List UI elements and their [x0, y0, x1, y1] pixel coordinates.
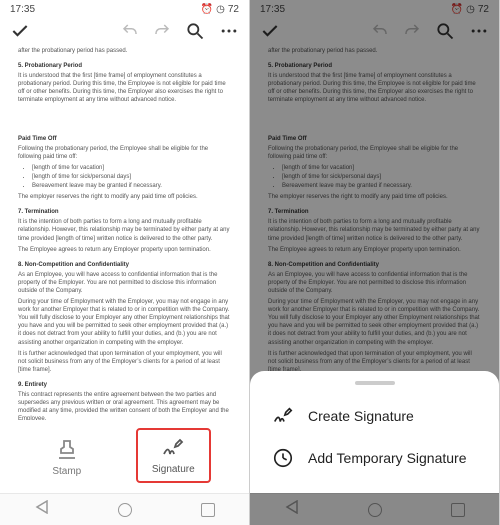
- section-7-p2: The Employee agrees to return any Employ…: [18, 246, 231, 254]
- section-7-p1: It is the intention of both parties to f…: [18, 218, 231, 242]
- pto-lead: Following the probationary period, the E…: [18, 145, 231, 161]
- create-signature-item[interactable]: Create Signature: [250, 395, 499, 437]
- bottom-tools: Stamp Signature: [0, 420, 249, 493]
- list-item: Bereavement leave may be granted if nece…: [32, 182, 231, 190]
- clock-icon: ◷: [216, 4, 225, 15]
- nav-back[interactable]: [35, 500, 49, 519]
- signature-tool[interactable]: Signature: [136, 428, 211, 483]
- screen-left: 17:35 ⏰ ◷ 72 after the probationary peri…: [0, 0, 250, 525]
- done-icon[interactable]: [10, 21, 30, 41]
- create-signature-label: Create Signature: [308, 408, 414, 424]
- search-icon[interactable]: [185, 21, 205, 41]
- nav-bar: [0, 493, 249, 525]
- section-8-p2: During your time of Employment with the …: [18, 298, 231, 347]
- section-5-title: 5. Probationary Period: [18, 62, 231, 70]
- section-9-title: 9. Entirety: [18, 381, 231, 389]
- list-item: [length of time for vacation]: [32, 164, 231, 172]
- battery-icon: 72: [228, 4, 239, 15]
- alarm-icon: ⏰: [201, 4, 213, 15]
- pto-list: [length of time for vacation] [length of…: [32, 164, 231, 190]
- more-icon[interactable]: [219, 21, 239, 41]
- status-time: 17:35: [10, 4, 35, 15]
- pto-title: Paid Time Off: [18, 135, 231, 143]
- section-7-title: 7. Termination: [18, 208, 231, 216]
- sheet-grabber[interactable]: [355, 381, 395, 385]
- section-9-p1: This contract represents the entire agre…: [18, 391, 231, 420]
- screen-right: 17:35 ⏰ ◷ 72 after the probationary peri…: [250, 0, 500, 525]
- signature-label: Signature: [152, 464, 195, 475]
- stamp-tool[interactable]: Stamp: [38, 432, 95, 483]
- status-bar: 17:35 ⏰ ◷ 72: [0, 0, 249, 17]
- signature-sheet: Create Signature Add Temporary Signature: [250, 371, 499, 493]
- toolbar: [0, 17, 249, 47]
- nav-recent[interactable]: [201, 503, 215, 517]
- undo-icon[interactable]: [121, 22, 139, 40]
- add-temp-signature-label: Add Temporary Signature: [308, 450, 467, 466]
- section-8-title: 8. Non-Competition and Confidentiality: [18, 261, 231, 269]
- nav-home[interactable]: [118, 503, 132, 517]
- add-temp-signature-item[interactable]: Add Temporary Signature: [250, 437, 499, 479]
- redo-icon[interactable]: [153, 22, 171, 40]
- section-8-p1: As an Employee, you will have access to …: [18, 271, 231, 295]
- section-8-p3: It is further acknowledged that upon ter…: [18, 350, 231, 374]
- section-5-body: It is understood that the first [time fr…: [18, 72, 231, 104]
- document-body: after the probationary period has passed…: [0, 47, 249, 420]
- pto-tail: The employer reserves the right to modif…: [18, 193, 231, 201]
- intro-text: after the probationary period has passed…: [18, 47, 231, 55]
- list-item: [length of time for sick/personal days]: [32, 173, 231, 181]
- status-right: ⏰ ◷ 72: [201, 4, 239, 15]
- stamp-label: Stamp: [52, 466, 81, 477]
